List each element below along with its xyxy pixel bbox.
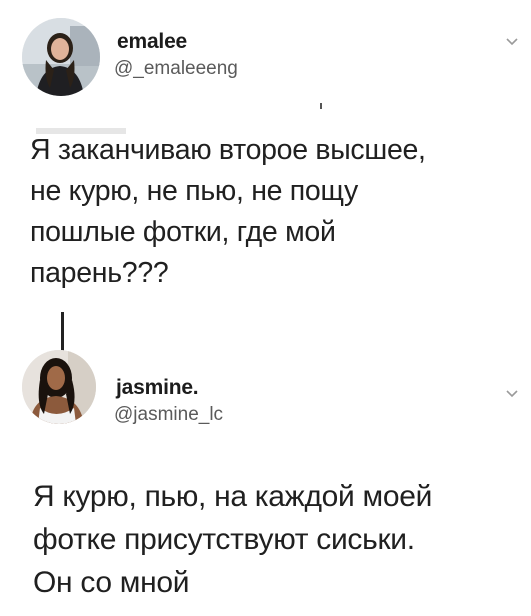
user-handle[interactable]: @_emaleeeng [114, 58, 238, 80]
user-handle[interactable]: @jasmine_lc [114, 404, 223, 426]
tweet-text: Я заканчиваю второе высшее, не курю, не … [30, 134, 426, 289]
artifact-mark [320, 103, 322, 109]
avatar[interactable] [22, 18, 100, 96]
reply-thread-line [61, 312, 64, 352]
display-name[interactable]: emalee [117, 30, 187, 54]
avatar-photo [22, 350, 96, 424]
chevron-down-icon[interactable] [505, 389, 519, 399]
avatar[interactable] [22, 350, 96, 424]
avatar-photo [22, 18, 100, 96]
tweet-original: emalee @_emaleeeng Я заканчиваю второе в… [0, 0, 531, 320]
tweet-reply: jasmine. @jasmine_lc Я курю, пью, на каж… [0, 350, 531, 616]
tweet-text: Я курю, пью, на каждой моей фотке присут… [33, 480, 433, 599]
chevron-down-icon[interactable] [505, 37, 519, 47]
display-name[interactable]: jasmine. [116, 376, 199, 400]
